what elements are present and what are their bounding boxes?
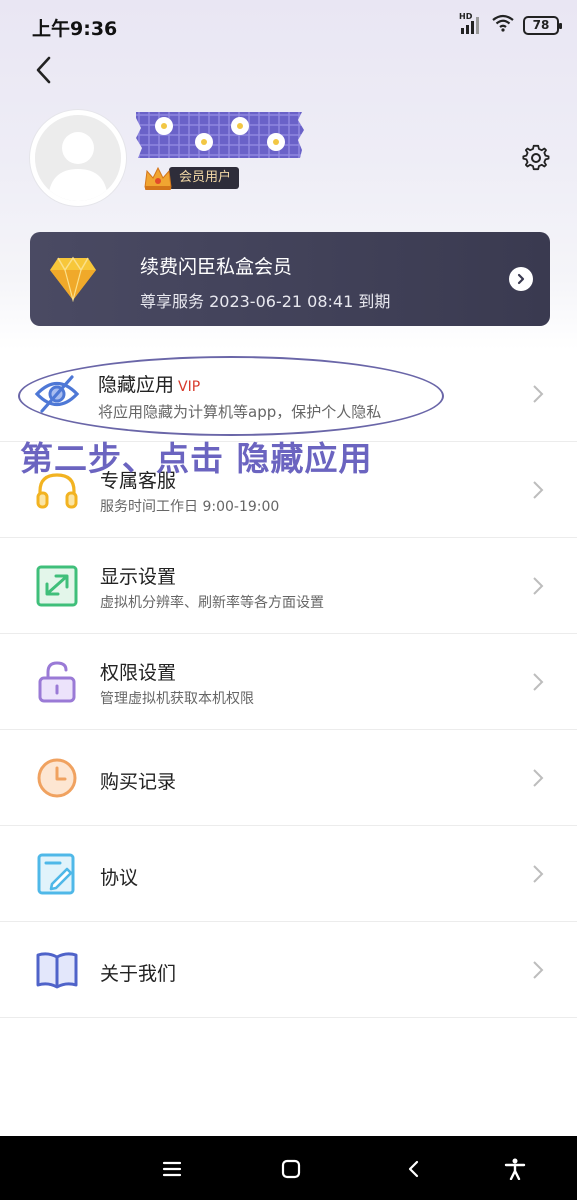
settings-button[interactable] (518, 140, 554, 176)
accessibility-nav-button[interactable] (502, 1156, 528, 1182)
vip-card-arrow-button[interactable] (509, 267, 533, 291)
menu-item-about-us[interactable]: 关于我们 (0, 922, 577, 1018)
status-time: 上午9:36 (32, 18, 118, 40)
menu-item-title: 关于我们 (100, 963, 177, 985)
menu-item-purchase-history[interactable]: 购买记录 (0, 730, 577, 826)
clock-icon (34, 757, 80, 799)
username-decoration (134, 110, 306, 160)
menu-item-title: 隐藏应用 VIP (98, 374, 201, 396)
chevron-left-icon (36, 56, 51, 84)
member-label: 会员用户 (169, 167, 240, 189)
menu-item-subtitle: 将应用隐藏为计算机等app，保护个人隐私 (98, 403, 382, 421)
gear-icon (522, 144, 550, 171)
status-icons: HD 78 (459, 12, 562, 36)
instruction-annotation: 第二步、点击 隐藏应用 (20, 439, 373, 478)
lock-icon (34, 661, 80, 703)
chevron-right-icon (531, 960, 545, 980)
menu-item-hide-app[interactable]: 隐藏应用 VIP 将应用隐藏为计算机等app，保护个人隐私 (0, 346, 577, 442)
back-nav-button[interactable] (400, 1156, 426, 1182)
chevron-right-icon (531, 864, 545, 884)
diamond-icon (48, 254, 98, 303)
menu-item-subtitle: 虚拟机分辨率、刷新率等各方面设置 (100, 595, 324, 611)
avatar[interactable] (30, 110, 126, 206)
hd-tag: HD (459, 12, 473, 21)
menu-item-subtitle: 管理虚拟机获取本机权限 (100, 691, 254, 707)
vip-card-title: 续费闪臣私盒会员 (140, 256, 293, 278)
hamburger-icon (162, 1161, 182, 1177)
chevron-right-icon (531, 768, 545, 788)
menu-item-subtitle: 服务时间工作日 9:00-19:00 (100, 499, 280, 515)
crown-icon (143, 165, 173, 191)
triangle-back-icon (408, 1160, 419, 1178)
vip-renewal-card[interactable]: 续费闪臣私盒会员 尊享服务 2023-06-21 08:41 到期 (30, 232, 550, 326)
eye-hidden-icon (34, 373, 80, 415)
chevron-right-icon (531, 384, 545, 404)
default-avatar-icon (35, 115, 121, 201)
menu-nav-button[interactable] (159, 1156, 185, 1182)
chevron-right-icon (531, 672, 545, 692)
vip-expire-text: 尊享服务 2023-06-21 08:41 到期 (140, 292, 391, 311)
menu-item-agreement[interactable]: 协议 (0, 826, 577, 922)
home-nav-button[interactable] (278, 1156, 304, 1182)
menu-item-title: 权限设置 (100, 662, 177, 684)
wifi-icon (491, 14, 515, 36)
menu-item-title: 显示设置 (100, 566, 177, 588)
menu-item-display-settings[interactable]: 显示设置 虚拟机分辨率、刷新率等各方面设置 (0, 538, 577, 634)
member-badge: 会员用户 (143, 165, 240, 191)
vip-tag: VIP (178, 379, 201, 395)
menu-item-title: 协议 (100, 867, 139, 889)
document-edit-icon (34, 853, 80, 895)
menu-item-permission-settings[interactable]: 权限设置 管理虚拟机获取本机权限 (0, 634, 577, 730)
book-icon (34, 949, 80, 991)
status-bar: 上午9:36 HD 78 (0, 0, 577, 52)
chevron-right-icon (531, 576, 545, 596)
chevron-right-icon (531, 480, 545, 500)
expand-icon (34, 565, 80, 607)
chevron-right-icon (517, 273, 525, 285)
cellular-signal-icon: HD (459, 12, 483, 34)
menu-item-title: 购买记录 (100, 771, 177, 793)
accessibility-icon (504, 1158, 526, 1180)
home-square-icon (281, 1159, 301, 1179)
system-navigation-bar (0, 1136, 577, 1200)
battery-indicator: 78 (523, 15, 562, 35)
back-button[interactable] (18, 44, 70, 96)
